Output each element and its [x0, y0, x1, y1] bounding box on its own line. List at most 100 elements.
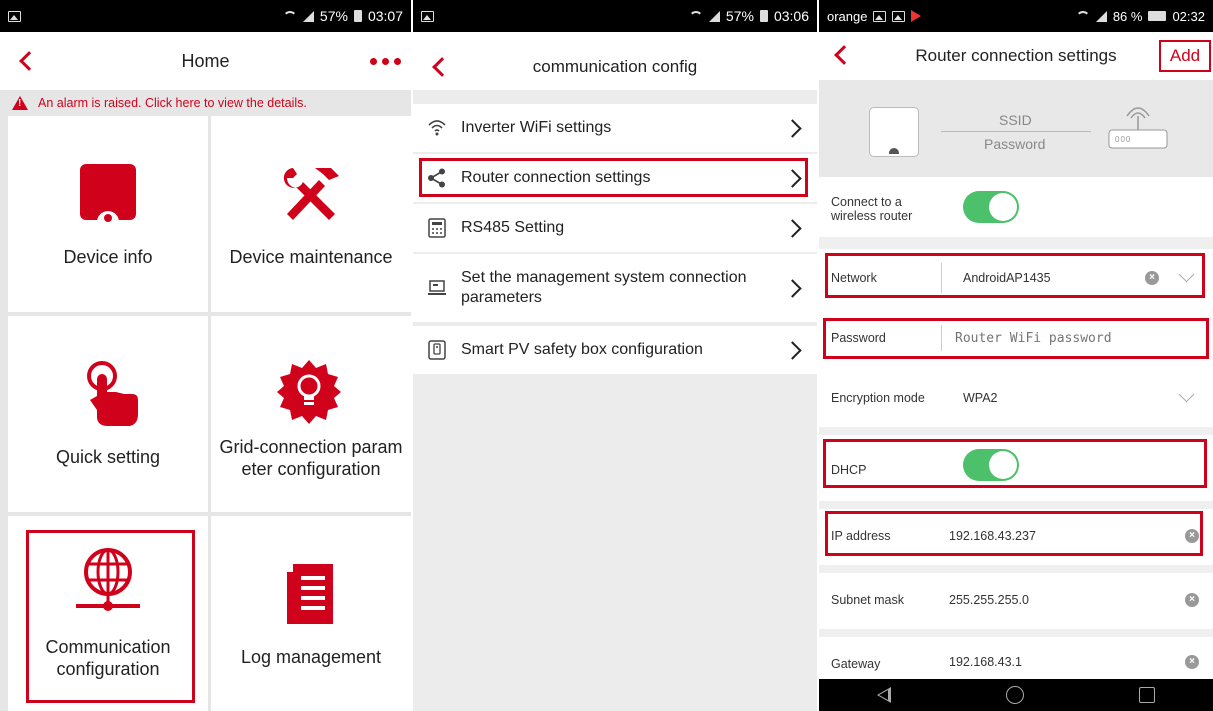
connection-line	[941, 131, 1091, 132]
gallery-notification-icon	[421, 10, 434, 22]
tools-icon	[283, 168, 339, 220]
wifi-status-icon	[1075, 11, 1090, 21]
android-nav-bar	[819, 679, 1213, 711]
encryption-label: Encryption mode	[831, 391, 925, 405]
back-chevron-icon	[834, 45, 854, 65]
page-title: Home	[181, 50, 230, 71]
gateway-label: Gateway	[831, 657, 881, 671]
subnet-mask-row: Subnet mask 255.255.255.0 ×	[819, 573, 1213, 629]
divider	[819, 237, 1213, 249]
warning-icon	[12, 96, 28, 110]
play-store-icon	[911, 10, 922, 22]
tile-device-info[interactable]: Device info	[8, 116, 208, 312]
signal-icon	[1095, 10, 1107, 22]
nav-recents-icon[interactable]	[1139, 687, 1156, 703]
bulb-icon	[277, 360, 341, 424]
list-item-rs485[interactable]: RS485 Setting	[413, 204, 817, 252]
back-button[interactable]	[829, 40, 854, 70]
safety-box-icon	[428, 340, 446, 360]
divider	[819, 427, 1213, 435]
subnet-mask-label: Subnet mask	[831, 593, 904, 607]
page-title: communication config	[532, 57, 698, 76]
settings-list: Inverter WiFi settings Router connection…	[413, 90, 817, 711]
page-title: Router connection settings	[915, 46, 1117, 65]
gateway-row: Gateway 192.168.43.1 ×	[819, 637, 1213, 679]
status-bar: orange 86 % 02:32	[819, 0, 1213, 32]
signal-icon	[708, 10, 720, 22]
chevron-right-icon	[783, 218, 802, 238]
chevron-right-icon	[783, 278, 802, 298]
clear-icon[interactable]: ×	[1185, 593, 1199, 607]
chevron-down-icon[interactable]	[1178, 386, 1195, 403]
alarm-text: An alarm is raised. Click here to view t…	[38, 96, 307, 110]
tile-label: Quick setting	[55, 447, 161, 467]
back-button[interactable]	[427, 52, 452, 82]
signal-icon	[302, 10, 314, 22]
ssid-label: SSID	[999, 112, 1032, 128]
gallery-notification-icon	[8, 10, 21, 22]
communication-config-screen: 57% 03:06 communication config Inverter …	[413, 0, 817, 711]
list-item-label: Smart PV safety box configuration	[461, 341, 703, 358]
nav-home-icon[interactable]	[1005, 686, 1024, 704]
connection-diagram: SSID Password 000	[819, 80, 1213, 177]
battery-percent: 86 %	[1112, 8, 1143, 24]
laptop-icon	[428, 280, 446, 295]
list-item-management-system[interactable]: Set the management system connection par…	[413, 254, 817, 322]
app-header: Router connection settings Add	[819, 32, 1213, 80]
clock: 02:32	[1172, 8, 1205, 24]
carrier-name: orange	[827, 8, 868, 24]
encryption-value: WPA2	[963, 391, 998, 405]
list-item-inverter-wifi[interactable]: Inverter WiFi settings	[413, 104, 817, 152]
battery-percent: 57%	[319, 8, 348, 24]
wifi-status-icon	[282, 11, 297, 21]
list-item-safety-box[interactable]: Smart PV safety box configuration	[413, 326, 817, 374]
divider	[819, 501, 1213, 509]
router-settings-screen: orange 86 % 02:32 Router connection sett…	[819, 0, 1213, 711]
battery-icon	[353, 10, 362, 22]
back-chevron-icon	[19, 51, 39, 71]
home-screen: 57% 03:07 Home An alarm is raised. Click…	[0, 0, 411, 711]
router-icon	[1108, 107, 1168, 149]
highlight-box	[823, 318, 1209, 359]
nav-back-icon[interactable]	[876, 687, 891, 703]
chevron-right-icon	[783, 118, 802, 138]
tile-label: Device info	[63, 247, 153, 267]
tile-grid-connection[interactable]: Grid-connection param eter configuration	[211, 316, 411, 512]
list-item-label: RS485 Setting	[461, 219, 565, 236]
wifi-icon	[428, 120, 446, 136]
connect-router-label: Connect to a wireless router	[831, 195, 913, 223]
highlight-box	[823, 439, 1207, 488]
divider	[819, 629, 1213, 637]
back-button[interactable]	[14, 46, 39, 76]
tile-device-maintenance[interactable]: Device maintenance	[211, 116, 411, 312]
more-options-icon[interactable]	[370, 58, 401, 65]
app-header: Home	[0, 32, 411, 90]
chevron-right-icon	[783, 340, 802, 360]
encryption-row[interactable]: Encryption mode WPA2	[819, 369, 1213, 427]
inverter-icon	[869, 107, 919, 157]
tile-label: Grid-connection param eter configuration	[219, 437, 403, 479]
wifi-status-icon	[688, 11, 703, 21]
tile-label: Device maintenance	[229, 247, 393, 267]
clear-icon[interactable]: ×	[1185, 655, 1199, 669]
connect-router-row: Connect to a wireless router	[819, 177, 1213, 237]
alarm-banner[interactable]: An alarm is raised. Click here to view t…	[0, 90, 411, 116]
password-diagram-label: Password	[984, 136, 1046, 152]
connect-router-toggle[interactable]	[963, 191, 1019, 223]
highlight-box	[825, 253, 1205, 298]
battery-percent: 57%	[725, 8, 754, 24]
back-chevron-icon	[432, 57, 452, 77]
notification-icon	[892, 10, 906, 22]
calculator-icon	[428, 218, 446, 238]
status-bar: 57% 03:07	[0, 0, 411, 32]
tile-quick-setting[interactable]: Quick setting	[8, 316, 208, 512]
highlight-box	[419, 158, 808, 197]
gateway-value[interactable]: 192.168.43.1	[949, 655, 1022, 669]
tile-label: Log management	[240, 647, 382, 667]
highlight-box	[825, 511, 1203, 556]
battery-icon	[1148, 11, 1167, 21]
notification-icon	[873, 10, 887, 22]
tile-log-management[interactable]: Log management	[211, 516, 411, 711]
subnet-mask-value[interactable]: 255.255.255.0	[949, 593, 1029, 607]
add-button[interactable]: Add	[1159, 40, 1211, 72]
